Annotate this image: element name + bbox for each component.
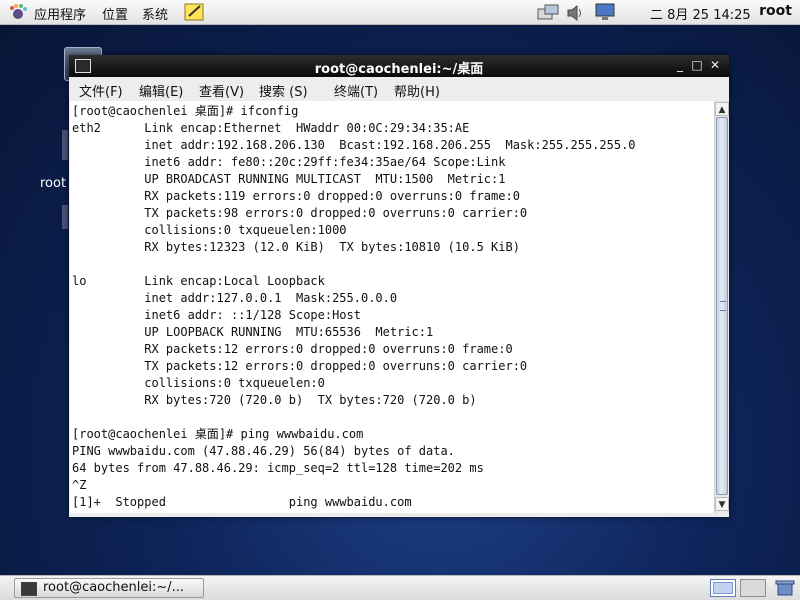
taskbar-terminal-button[interactable]: root@caochenlei:~/...	[14, 578, 204, 598]
menu-system[interactable]: 系统	[142, 4, 168, 23]
user-name[interactable]: root	[759, 3, 792, 19]
terminal-line: inet addr:127.0.0.1 Mask:255.0.0.0	[72, 291, 398, 305]
menu-places[interactable]: 位置	[102, 4, 128, 23]
display-icon[interactable]	[594, 1, 616, 23]
vertical-scrollbar[interactable]: ▲ ▼	[714, 101, 729, 513]
desktop-icon-edge	[62, 205, 68, 229]
workspace-2[interactable]	[740, 579, 766, 597]
terminal-line: lo Link encap:Local Loopback	[72, 274, 325, 288]
window-title: root@caochenlei:~/桌面	[314, 62, 484, 77]
sticky-notes-icon[interactable]	[184, 2, 206, 22]
network-icon[interactable]	[536, 3, 560, 23]
workspace-1[interactable]	[710, 579, 736, 597]
terminal-line: UP BROADCAST RUNNING MULTICAST MTU:1500 …	[72, 172, 506, 186]
scroll-thumb[interactable]	[716, 117, 728, 495]
terminal-line: inet6 addr: ::1/128 Scope:Host	[72, 308, 361, 322]
terminal-line: UP LOOPBACK RUNNING MTU:65536 Metric:1	[72, 325, 434, 339]
title-bar[interactable]: root@caochenlei:~/桌面 _ □ ✕	[69, 55, 729, 77]
close-button[interactable]: ✕	[708, 58, 722, 72]
menu-help[interactable]: 帮助(H)	[394, 81, 440, 100]
terminal-line: TX packets:12 errors:0 dropped:0 overrun…	[72, 359, 528, 373]
menu-applications[interactable]: 应用程序	[34, 4, 86, 23]
terminal-line: TX packets:98 errors:0 dropped:0 overrun…	[72, 206, 528, 220]
terminal-line: inet6 addr: fe80::20c:29ff:fe34:35ae/64 …	[72, 155, 506, 169]
terminal-window: root@caochenlei:~/桌面 _ □ ✕ 文件(F) 编辑(E) 查…	[69, 55, 729, 517]
menu-search[interactable]: 搜索 (S)	[259, 81, 308, 100]
top-panel: 应用程序 位置 系统 二 8月 25 14:25 root	[0, 0, 800, 25]
volume-icon[interactable]	[566, 3, 584, 23]
bottom-panel: root@caochenlei:~/...	[0, 575, 800, 600]
terminal-line: collisions:0 txqueuelen:0	[72, 376, 325, 390]
menu-bar: 文件(F) 编辑(E) 查看(V) 搜索 (S) 终端(T) 帮助(H)	[69, 77, 729, 102]
terminal-line: RX packets:12 errors:0 dropped:0 overrun…	[72, 342, 513, 356]
menu-view[interactable]: 查看(V)	[199, 81, 244, 100]
terminal-line: [root@caochenlei 桌面]# ifconfig	[72, 104, 299, 118]
foot-logo-icon[interactable]	[8, 3, 28, 23]
scroll-grip	[720, 301, 726, 311]
taskbar-label: root@caochenlei:~/...	[43, 580, 185, 595]
desktop-icon-label[interactable]: root	[40, 176, 66, 191]
terminal-line: collisions:0 txqueuelen:1000	[72, 223, 347, 237]
terminal-line: RX packets:119 errors:0 dropped:0 overru…	[72, 189, 520, 203]
minimize-button[interactable]: _	[673, 58, 687, 72]
menu-edit[interactable]: 编辑(E)	[139, 81, 183, 100]
trash-icon[interactable]	[775, 578, 795, 598]
terminal-line: ^Z	[72, 478, 87, 492]
scroll-down-icon[interactable]: ▼	[715, 497, 729, 511]
desktop-icon-edge	[62, 130, 68, 160]
maximize-button[interactable]: □	[690, 58, 704, 72]
terminal-text: [root@caochenlei 桌面]# ifconfig eth2 Link…	[70, 101, 714, 511]
scroll-up-icon[interactable]: ▲	[715, 102, 729, 116]
terminal-line: RX bytes:720 (720.0 b) TX bytes:720 (720…	[72, 393, 477, 407]
terminal-line: [root@caochenlei 桌面]# ping wwwbaidu.com	[72, 427, 364, 441]
terminal-line: RX bytes:12323 (12.0 KiB) TX bytes:10810…	[72, 240, 520, 254]
terminal-line: [1]+ Stopped ping wwwbaidu.com	[72, 495, 412, 509]
menu-terminal[interactable]: 终端(T)	[334, 81, 378, 100]
terminal-line: 64 bytes from 47.88.46.29: icmp_seq=2 tt…	[72, 461, 484, 475]
terminal-line: inet addr:192.168.206.130 Bcast:192.168.…	[72, 138, 636, 152]
terminal-output[interactable]: [root@caochenlei 桌面]# ifconfig eth2 Link…	[70, 101, 714, 513]
clock[interactable]: 二 8月 25 14:25	[650, 4, 751, 23]
menu-file[interactable]: 文件(F)	[79, 81, 123, 100]
terminal-icon	[21, 582, 37, 596]
terminal-line: PING wwwbaidu.com (47.88.46.29) 56(84) b…	[72, 444, 455, 458]
terminal-line: eth2 Link encap:Ethernet HWaddr 00:0C:29…	[72, 121, 470, 135]
